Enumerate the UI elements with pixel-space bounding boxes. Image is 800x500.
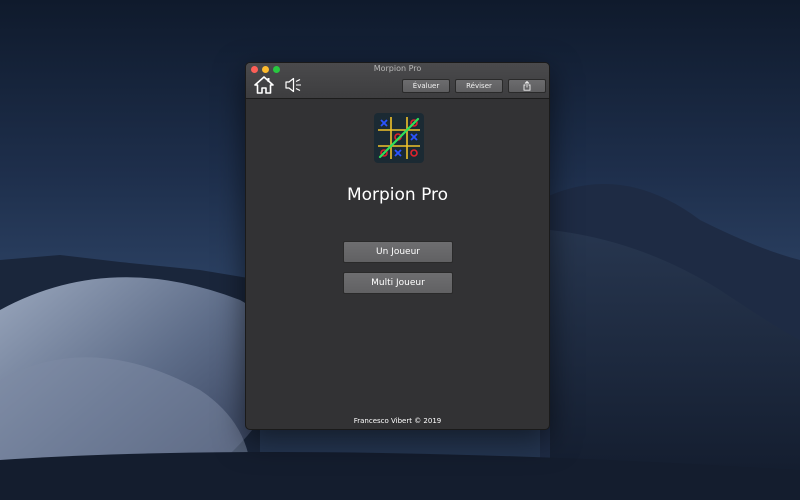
tic-tac-toe-logo-icon	[374, 113, 424, 163]
main-content: Morpion Pro Un Joueur Multi Joueur Franc…	[246, 99, 549, 429]
speaker-icon[interactable]	[284, 75, 304, 95]
desktop: Morpion Pro Évaluer Réviser Morpion Pro …	[0, 0, 800, 500]
review-button[interactable]: Réviser	[455, 79, 503, 93]
multi-player-button[interactable]: Multi Joueur	[343, 272, 453, 294]
share-button[interactable]	[508, 79, 546, 93]
window-title: Morpion Pro	[373, 64, 422, 73]
home-icon[interactable]	[254, 75, 274, 95]
single-player-button[interactable]: Un Joueur	[343, 241, 453, 263]
app-title: Morpion Pro	[346, 185, 449, 205]
app-window: Morpion Pro Évaluer Réviser Morpion Pro …	[245, 62, 550, 430]
copyright-footer: Francesco Vibert © 2019	[353, 417, 442, 425]
share-icon	[523, 81, 531, 91]
evaluate-button[interactable]: Évaluer	[402, 79, 450, 93]
title-bar: Morpion Pro Évaluer Réviser	[246, 63, 549, 99]
